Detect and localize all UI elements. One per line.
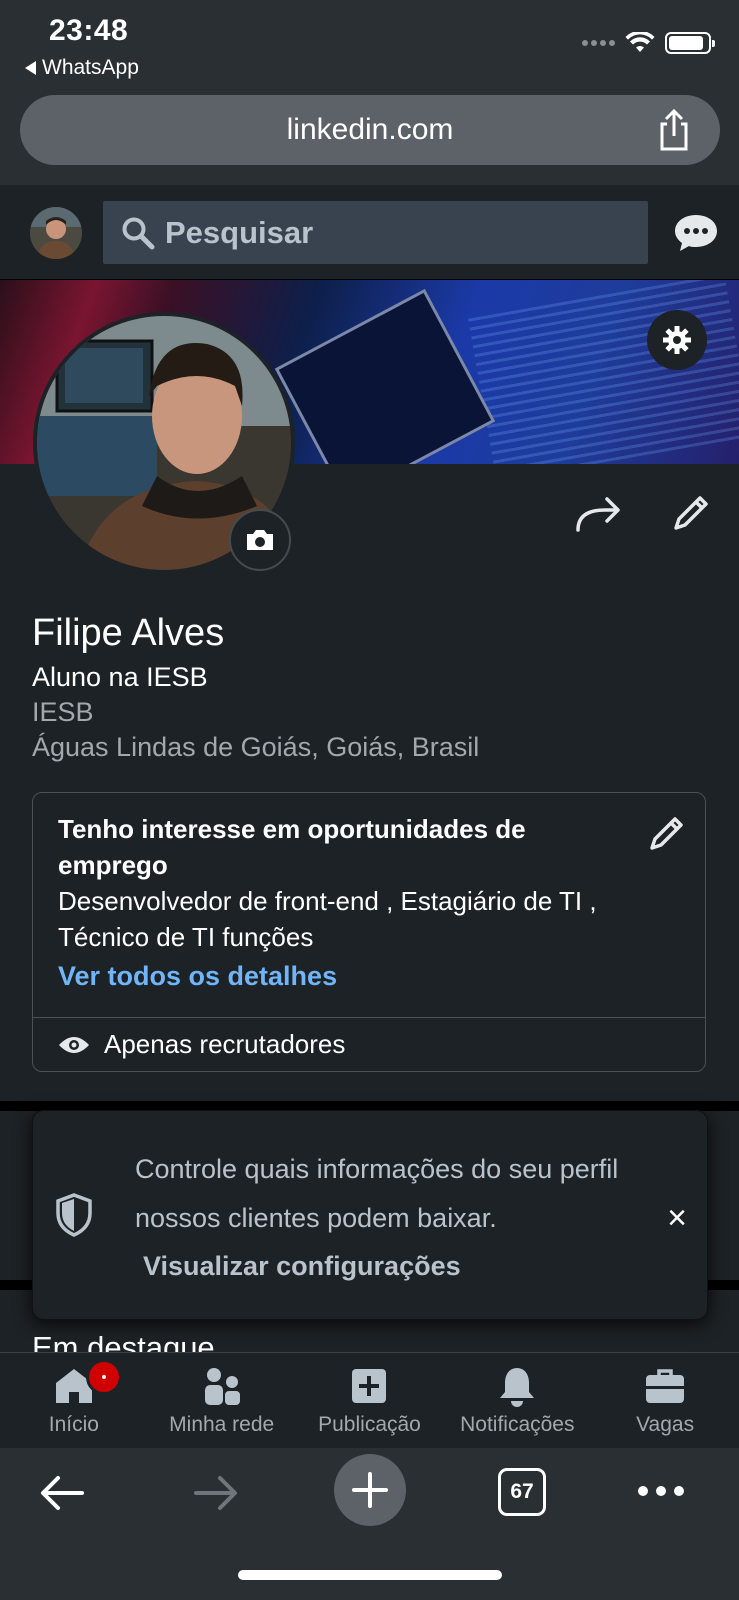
url-text: linkedin.com [286, 113, 454, 146]
nav-label: Início [48, 1413, 99, 1436]
see-all-details-link[interactable]: Ver todos os detalhes [58, 961, 337, 992]
forward-arrow-icon[interactable] [192, 1472, 240, 1514]
avatar[interactable] [30, 207, 82, 259]
messaging-icon[interactable] [673, 213, 719, 253]
nav-label: Vagas [636, 1413, 695, 1436]
status-time: 23:48 [49, 14, 129, 47]
profile-location: Águas Lindas de Goiás, Goiás, Brasil [32, 732, 480, 762]
back-app-label: WhatsApp [42, 56, 139, 79]
share-profile-icon[interactable] [575, 494, 621, 534]
change-photo-button[interactable] [229, 509, 291, 571]
nav-label: Publicação [318, 1413, 421, 1436]
wifi-icon [625, 32, 655, 52]
profile-company: IESB [32, 697, 94, 727]
signal-icon [582, 40, 615, 46]
battery-icon [665, 32, 715, 54]
banner-settings-button[interactable] [647, 310, 707, 370]
eye-icon [59, 1036, 89, 1053]
nav-item-jobs[interactable]: Vagas [591, 1353, 739, 1448]
view-settings-link[interactable]: Visualizar configurações [143, 1251, 461, 1282]
open-to-work-title: Tenho interesse em oportunidades de empr… [58, 814, 526, 880]
visibility-row: Apenas recrutadores [58, 1029, 345, 1060]
back-to-app-link[interactable]: WhatsApp [25, 56, 139, 80]
profile-name: Filipe Alves [32, 612, 225, 654]
tabs-count-button[interactable]: 67 [498, 1468, 546, 1516]
close-icon[interactable]: × [667, 1201, 687, 1235]
divider [33, 1017, 705, 1018]
nav-item-post[interactable]: Publicação [296, 1353, 444, 1448]
privacy-toast: Controle quais informações do seu perfil… [32, 1110, 708, 1320]
home-indicator[interactable] [238, 1570, 502, 1580]
plus-icon [352, 1472, 388, 1508]
more-options-icon[interactable] [638, 1486, 684, 1496]
search-placeholder: Pesquisar [165, 214, 314, 250]
open-to-work-roles: Desenvolvedor de front-end , Estagiário … [58, 886, 597, 952]
bottom-navigation: Início Minha rede Publicação Notificaçõe… [0, 1352, 739, 1448]
open-to-work-card: Tenho interesse em oportunidades de empr… [32, 792, 706, 1072]
network-icon [204, 1368, 240, 1405]
camera-icon [247, 530, 273, 550]
briefcase-icon [646, 1369, 685, 1403]
bell-icon [500, 1368, 535, 1407]
notification-badge [86, 1359, 122, 1395]
back-arrow-icon[interactable] [38, 1472, 86, 1514]
visibility-label: Apenas recrutadores [104, 1029, 346, 1059]
share-icon[interactable] [656, 109, 692, 151]
address-bar[interactable]: linkedin.com [20, 95, 720, 165]
gear-icon [663, 326, 691, 354]
toast-message: Controle quais informações do seu perfil… [135, 1154, 619, 1233]
browser-top-bar: 23:48 WhatsApp linkedin.com [0, 0, 739, 185]
nav-item-network[interactable]: Minha rede [148, 1353, 296, 1448]
back-triangle-icon [25, 61, 36, 75]
nav-item-notifications[interactable]: Notificações [443, 1353, 591, 1448]
nav-item-home[interactable]: Início [0, 1353, 148, 1448]
profile-headline: Aluno na IESB [32, 662, 208, 692]
shield-icon [56, 1193, 92, 1237]
search-input[interactable]: Pesquisar [103, 201, 648, 264]
post-icon [352, 1369, 387, 1403]
linkedin-header: Pesquisar [0, 185, 739, 280]
new-tab-button[interactable] [334, 1454, 406, 1526]
nav-label: Minha rede [169, 1413, 275, 1436]
edit-profile-icon[interactable] [670, 492, 712, 534]
edit-open-to-work-icon[interactable] [647, 813, 687, 853]
nav-label: Notificações [460, 1413, 575, 1436]
search-icon [122, 217, 155, 249]
status-indicators [582, 32, 715, 54]
